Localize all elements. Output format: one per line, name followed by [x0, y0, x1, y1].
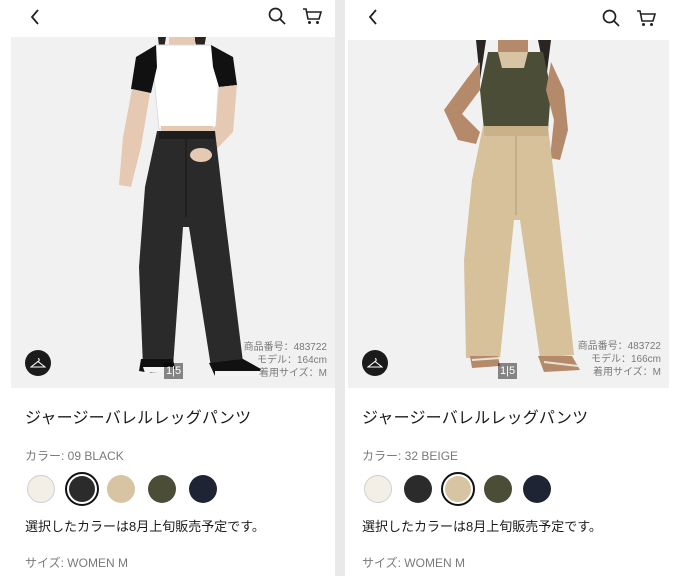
hanger-icon [30, 357, 46, 368]
swatch-black[interactable] [404, 475, 432, 503]
product-panel-left: 1|5 商品番号：483722 モデル：164cm 着用サイズ：M ジャージーバ… [0, 0, 335, 576]
swatch-off-white[interactable] [27, 475, 55, 503]
cart-button[interactable] [635, 7, 657, 29]
image-pager: 1|5 [164, 363, 184, 379]
swatch-black[interactable] [65, 472, 99, 506]
chevron-left-icon [368, 9, 377, 25]
cart-icon [637, 10, 657, 26]
model-black-pants-figure [11, 37, 335, 388]
top-bar [345, 0, 680, 34]
back-button[interactable] [362, 6, 384, 28]
model-height: モデル：164cm [256, 355, 327, 366]
swatch-off-white[interactable] [364, 475, 392, 503]
search-icon [268, 7, 286, 25]
cart-button[interactable] [301, 5, 323, 27]
try-on-button[interactable] [362, 350, 388, 376]
search-icon [602, 9, 620, 27]
product-panel-right: 1|5 商品番号：483722 モデル：166cm 着用サイズ：M ジャージーバ… [345, 0, 680, 576]
worn-size: 着用サイズ：M [258, 368, 327, 379]
availability-note: 選択したカラーは8月上旬販売予定です。 [25, 519, 265, 534]
swatch-navy[interactable] [523, 475, 551, 503]
color-label: カラー: 09 BLACK [25, 449, 124, 463]
cart-icon [303, 8, 323, 24]
model-info: 商品番号：483722 モデル：164cm 着用サイズ：M [244, 341, 327, 380]
search-button[interactable] [266, 5, 288, 27]
availability-note: 選択したカラーは8月上旬販売予定です。 [362, 519, 602, 534]
size-label: サイズ: WOMEN M [25, 556, 128, 570]
chevron-left-icon [30, 9, 39, 25]
model-beige-pants-figure [348, 40, 669, 388]
product-image[interactable]: 1|5 商品番号：483722 モデル：166cm 着用サイズ：M [348, 40, 669, 388]
product-number: 商品番号：483722 [243, 342, 327, 353]
color-label: カラー: 32 BEIGE [362, 449, 459, 463]
top-bar [0, 0, 335, 34]
swatch-navy[interactable] [189, 475, 217, 503]
product-title: ジャージーバレルレッグパンツ [362, 410, 589, 427]
back-button[interactable] [24, 6, 46, 28]
product-title: ジャージーバレルレッグパンツ [25, 410, 252, 427]
swatch-beige[interactable] [107, 475, 135, 503]
search-button[interactable] [600, 7, 622, 29]
image-pager: 1|5 [498, 363, 518, 379]
try-on-button[interactable] [25, 350, 51, 376]
size-label: サイズ: WOMEN M [362, 556, 465, 570]
swatch-olive[interactable] [148, 475, 176, 503]
product-number: 商品番号：483722 [577, 341, 661, 352]
swatch-olive[interactable] [484, 475, 512, 503]
product-image[interactable]: 1|5 商品番号：483722 モデル：164cm 着用サイズ：M [11, 37, 335, 388]
hanger-icon [367, 357, 383, 368]
worn-size: 着用サイズ：M [592, 367, 661, 378]
model-info: 商品番号：483722 モデル：166cm 着用サイズ：M [578, 340, 661, 379]
swatch-beige[interactable] [441, 472, 475, 506]
model-height: モデル：166cm [590, 354, 661, 365]
